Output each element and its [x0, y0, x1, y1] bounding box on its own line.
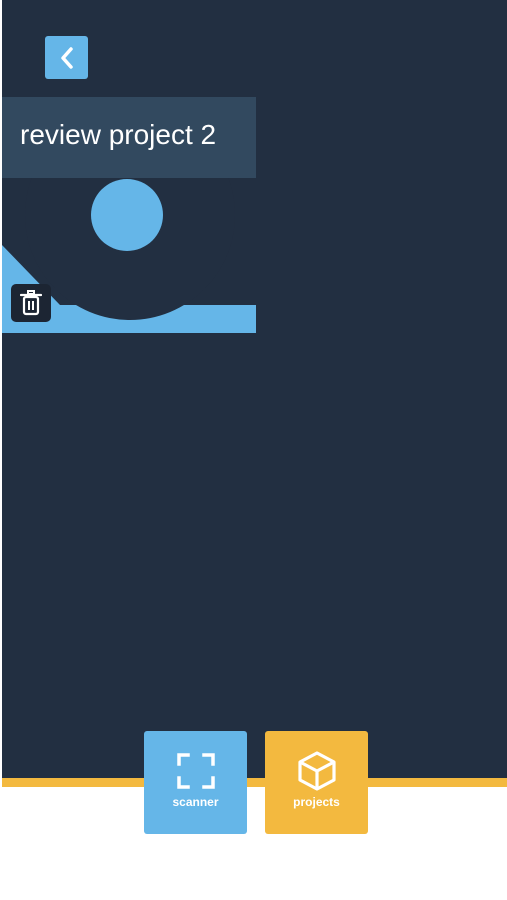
project-card[interactable]: review project 2	[2, 97, 256, 333]
chevron-left-icon	[60, 46, 73, 69]
accent-bar	[2, 778, 507, 787]
delete-project-button[interactable]	[11, 284, 51, 322]
cube-icon	[297, 751, 336, 791]
nav-projects-label: projects	[293, 795, 340, 809]
nav-projects-button[interactable]: projects	[265, 731, 368, 834]
nav-scanner-button[interactable]: scanner	[144, 731, 247, 834]
trash-icon	[20, 290, 42, 316]
scan-frame-icon	[176, 753, 215, 789]
app-screen: review project 2 scanner projects	[0, 0, 507, 900]
project-title: review project 2	[20, 119, 217, 150]
back-button[interactable]	[45, 36, 88, 79]
card-title-bar: review project 2	[2, 97, 256, 178]
nav-scanner-label: scanner	[172, 795, 219, 809]
